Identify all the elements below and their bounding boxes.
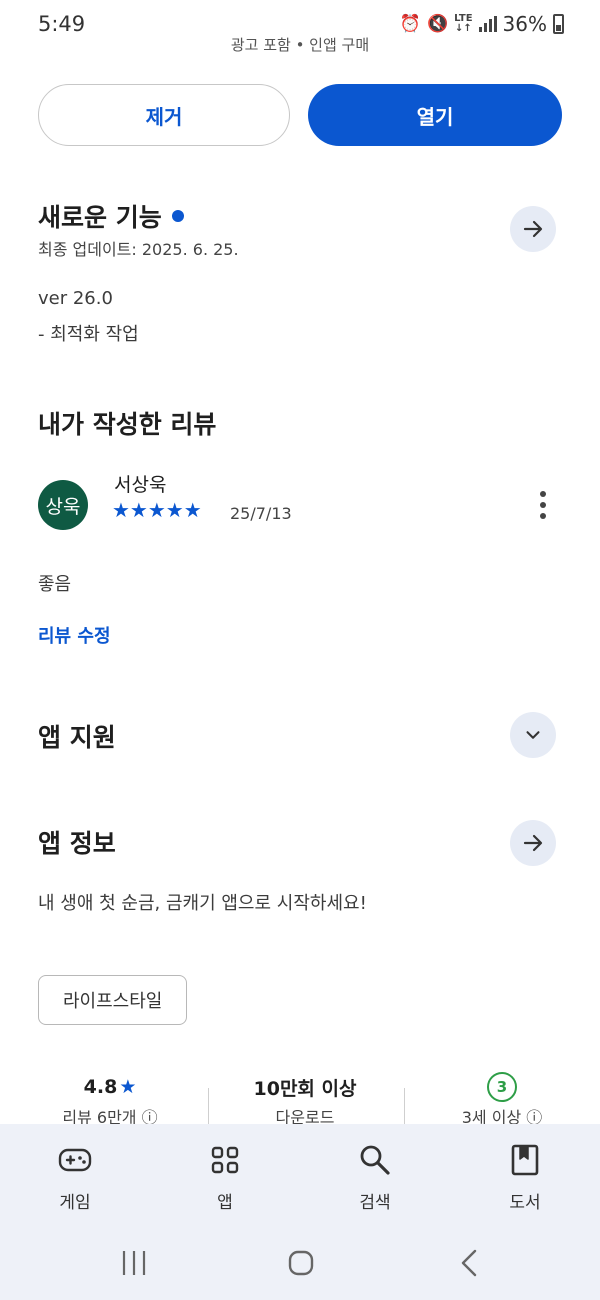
star-icon: ★: [119, 1076, 137, 1098]
ad-notice: 광고 포함 • 인앱 구매: [230, 36, 370, 54]
battery-percent: 36%: [502, 12, 547, 36]
battery-icon: [553, 14, 564, 34]
nav-item-books[interactable]: 도서: [480, 1142, 570, 1213]
rating-value: 4.8: [83, 1076, 118, 1098]
remove-button[interactable]: 제거: [38, 84, 290, 146]
release-notes: - 최적화 작업: [38, 324, 139, 345]
system-nav-bar: [0, 1228, 600, 1300]
age-stat: 3 3세 이상 ⓘ: [432, 1070, 572, 1128]
last-updated: 최종 업데이트: 2025. 6. 25.: [38, 240, 239, 259]
nav-item-search[interactable]: 검색: [330, 1142, 420, 1213]
version-text: ver 26.0: [38, 288, 113, 309]
mute-icon: 🔇: [427, 14, 449, 34]
lte-icon: LTE ↓↑: [454, 13, 473, 34]
back-icon: [461, 1249, 477, 1277]
downloads-value: 10만회 이상: [253, 1077, 357, 1100]
nav-item-apps[interactable]: 앱: [180, 1142, 270, 1213]
rating-stars: ★★★★★: [112, 498, 202, 522]
status-time: 5:49: [38, 12, 86, 36]
recents-icon: [122, 1251, 146, 1275]
new-indicator-dot: [171, 210, 184, 222]
whats-new-title-text: 새로운 기능: [38, 203, 162, 232]
nav-label-search: 검색: [359, 1193, 391, 1213]
my-review-title: 내가 작성한 리뷰: [38, 410, 217, 439]
app-info-arrow-button[interactable]: [510, 820, 556, 866]
stats-row: 4.8 ★ 리뷰 6만개 ⓘ 10만회 이상 다운로드 3 3세 이상 ⓘ: [0, 1070, 600, 1130]
back-button[interactable]: [456, 1248, 482, 1278]
edit-review-link[interactable]: 리뷰 수정: [38, 622, 111, 648]
nav-label-apps: 앱: [217, 1193, 233, 1213]
arrow-right-icon: [523, 220, 543, 238]
app-support-expand-button[interactable]: [510, 712, 556, 758]
nav-label-books: 도서: [509, 1193, 541, 1213]
book-icon: [480, 1142, 570, 1178]
whats-new-arrow-button[interactable]: [510, 206, 556, 252]
recents-button[interactable]: [118, 1248, 150, 1278]
review-date: 25/7/13: [230, 504, 292, 523]
home-button[interactable]: [286, 1248, 316, 1278]
rating-value-row: 4.8 ★: [40, 1070, 180, 1104]
age-rating-badge: 3: [487, 1072, 517, 1102]
alarm-icon: ⏰: [399, 14, 421, 34]
divider: [208, 1088, 209, 1124]
home-icon: [288, 1250, 314, 1276]
status-icons: ⏰ 🔇 LTE ↓↑ 36%: [400, 12, 564, 36]
more-options-icon[interactable]: [530, 488, 556, 522]
age-value-row: 3: [432, 1070, 572, 1104]
avatar: 상욱: [38, 480, 88, 530]
gamepad-icon: [30, 1142, 120, 1178]
rating-stat: 4.8 ★ 리뷰 6만개 ⓘ: [40, 1070, 180, 1128]
nav-item-games[interactable]: 게임: [30, 1142, 120, 1213]
apps-grid-icon: [180, 1142, 270, 1178]
nav-label-games: 게임: [59, 1193, 91, 1213]
bottom-nav: 게임 앱 검색 도서: [0, 1124, 600, 1228]
app-info-title: 앱 정보: [38, 829, 116, 858]
app-description: 내 생애 첫 순금, 금캐기 앱으로 시작하세요!: [38, 893, 367, 914]
review-body: 좋음: [38, 574, 72, 595]
action-buttons: 제거 열기: [38, 84, 562, 146]
reviewer-name: 서상욱: [114, 474, 167, 496]
open-button[interactable]: 열기: [308, 84, 562, 146]
signal-icon: [478, 16, 497, 32]
arrow-right-icon: [523, 834, 543, 852]
search-icon: [330, 1142, 420, 1178]
whats-new-title: 새로운 기능: [38, 198, 184, 234]
chevron-down-icon: [526, 731, 540, 739]
app-support-title: 앱 지원: [38, 723, 116, 752]
divider: [404, 1088, 405, 1124]
category-chip[interactable]: 라이프스타일: [38, 975, 188, 1025]
downloads-stat: 10만회 이상 다운로드: [230, 1070, 380, 1128]
